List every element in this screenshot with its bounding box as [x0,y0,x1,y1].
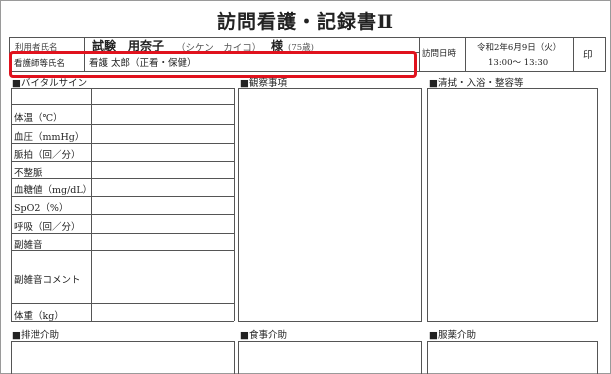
vital-row-label: 不整脈 [14,168,43,179]
hygiene-section-title: ■清拭・入浴・整容等 [429,78,524,89]
vital-row-sep [11,250,234,251]
vital-row-label: SpO2（%） [14,203,69,214]
vital-row-label: 副雑音 [14,240,43,251]
vital-row-label: 副雑音コメント [14,275,81,286]
hygiene-box-top [427,88,597,89]
visit-label-divider [465,37,466,72]
meal-box-top [238,341,421,342]
medication-section-title: ■服薬介助 [429,330,476,341]
nurse-row-highlight [9,51,417,78]
observation-box-right [421,88,422,321]
hygiene-box-right [597,88,598,321]
vital-row-sep [11,303,234,304]
vital-row-label: 脈拍（回／分） [14,150,81,161]
vital-row-sep [11,161,234,162]
medication-box-top [427,341,597,342]
visit-time: 13:00～ 13:30 [488,58,549,68]
medication-box-left [427,341,428,374]
meal-box-right [421,341,422,374]
meal-box-left [238,341,239,374]
vital-left [11,88,12,321]
medication-box-right [597,341,598,374]
vital-row-label: 血圧（mmHg） [14,132,85,143]
excretion-box-right [234,341,235,374]
observation-box-left [238,88,239,321]
vital-row-label: 体重（kg） [14,311,64,322]
hygiene-box-bottom [427,321,598,322]
seal-divider [573,37,574,72]
observation-box-bottom [238,321,422,322]
vital-row-sep [11,233,234,234]
vital-top [11,88,234,89]
vital-section-title: ■バイタルサイン [12,78,88,89]
visit-label: 訪問日時 [422,49,457,59]
vital-row-sep [11,104,234,105]
vital-row-sep [11,196,234,197]
excretion-box-left [11,341,12,374]
vital-right [234,88,235,321]
vital-row-sep [11,178,234,179]
vital-row-label: 呼吸（回／分） [14,222,81,233]
vital-row-label: 体温（℃） [14,113,63,124]
observation-box-top [238,88,421,89]
document-title: 訪問看護・記録書Ⅱ [216,11,394,33]
vital-mid [91,88,92,321]
excretion-box-top [11,341,234,342]
header-right-line [605,37,606,72]
vital-row-label: 血糖値（mg/dL） [14,185,93,196]
visit-left-line [419,37,420,72]
vital-row-sep [11,214,234,215]
visit-date: 令和2年6月9日（火） [477,43,562,53]
hygiene-box-left [427,88,428,321]
seal-mark: 印 [583,50,593,61]
vital-row-sep [11,143,234,144]
observation-section-title: ■観察事項 [240,78,287,89]
excretion-section-title: ■排泄介助 [12,330,59,341]
vital-row-sep [11,124,234,125]
meal-section-title: ■食事介助 [240,330,287,341]
